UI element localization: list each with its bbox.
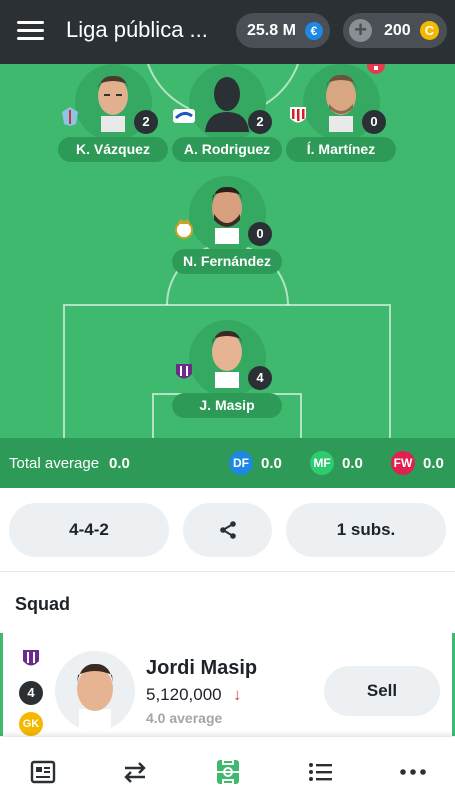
celta-crest-icon (62, 107, 78, 126)
pitch: 2 K. Vázquez 2 A. Rodriguez 0 Í. Martíne… (0, 64, 455, 438)
real-madrid-crest-icon (175, 219, 193, 239)
bottom-navigation (0, 737, 455, 803)
fw-badge: FW (391, 451, 415, 475)
mf-badge: MF (310, 451, 334, 475)
total-average-value: 0.0 (109, 455, 130, 472)
valladolid-crest-icon (23, 650, 39, 666)
player-name: Í. Martínez (286, 137, 396, 162)
average-bar: Total average 0.0 DF 0.0 MF 0.0 FW 0.0 (0, 438, 455, 488)
top-bar: Liga pública ... 25.8 M € + 200 C (0, 0, 455, 64)
player-points: 0 (248, 222, 272, 246)
player-name: A. Rodriguez (172, 137, 282, 162)
mf-average: 0.0 (342, 455, 363, 472)
player-card[interactable]: 2 A. Rodriguez (172, 64, 282, 174)
player-full-name: Jordi Masip (146, 657, 258, 679)
market-icon[interactable] (121, 758, 149, 786)
total-average-label: Total average (9, 455, 100, 472)
player-placeholder-photo (205, 77, 249, 132)
squad-player-row[interactable]: 4 GK Jordi Masip 5,120,000 ↓ 4.0 average… (0, 633, 455, 736)
player-points: 2 (248, 110, 272, 134)
alaves-crest-icon (173, 109, 195, 123)
budget-value: 25.8 M (247, 21, 296, 39)
budget-pill[interactable]: 25.8 M € (236, 13, 330, 48)
player-photo (326, 74, 356, 132)
menu-icon[interactable] (17, 20, 44, 42)
sell-button[interactable]: Sell (324, 666, 440, 716)
coins-pill[interactable]: + 200 C (343, 13, 447, 48)
player-photo (98, 75, 128, 132)
formation-button[interactable]: 4-4-2 (9, 503, 169, 557)
add-coins-icon[interactable]: + (349, 19, 372, 42)
divider (0, 571, 455, 572)
player-card[interactable]: 2 K. Vázquez (58, 64, 168, 174)
substitutes-button[interactable]: 1 subs. (286, 503, 446, 557)
player-photo (212, 330, 242, 388)
news-icon[interactable] (29, 758, 57, 786)
euro-icon: € (305, 22, 323, 40)
player-points: 4 (19, 681, 43, 705)
league-title[interactable]: Liga pública ... (66, 17, 226, 43)
player-points: 2 (134, 110, 158, 134)
coin-icon: C (420, 21, 439, 40)
player-name: N. Fernández (172, 249, 282, 274)
share-icon (219, 521, 236, 539)
player-name: J. Masip (172, 393, 282, 418)
df-badge: DF (229, 451, 253, 475)
standings-icon[interactable] (306, 758, 334, 786)
more-icon[interactable] (399, 758, 427, 786)
player-photo (77, 663, 113, 731)
player-average: 4.0 average (146, 710, 223, 726)
player-name: K. Vázquez (58, 137, 168, 162)
df-average: 0.0 (261, 455, 282, 472)
lineup-icon[interactable] (214, 758, 242, 786)
share-button[interactable] (183, 503, 272, 557)
player-card[interactable]: 0 Í. Martínez (286, 64, 396, 174)
player-photo (212, 186, 242, 244)
player-price: 5,120,000 (146, 685, 222, 704)
avatar (55, 651, 135, 731)
coins-value: 200 (384, 21, 411, 39)
athletic-crest-icon (290, 107, 306, 123)
price-down-arrow-icon: ↓ (233, 685, 242, 704)
fw-average: 0.0 (423, 455, 444, 472)
player-card[interactable]: 0 N. Fernández (172, 176, 282, 286)
player-points: 0 (362, 110, 386, 134)
squad-title: Squad (15, 594, 71, 614)
valladolid-crest-icon (176, 364, 192, 379)
player-points: 4 (248, 366, 272, 390)
position-badge: GK (19, 712, 43, 736)
player-card[interactable]: 4 J. Masip (172, 320, 282, 430)
